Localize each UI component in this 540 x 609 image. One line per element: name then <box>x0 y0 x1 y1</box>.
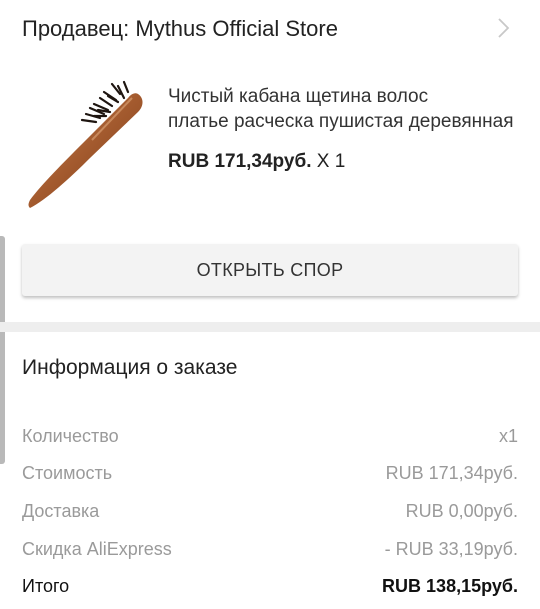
scroll-indicator[interactable] <box>0 236 5 464</box>
product-quantity: X 1 <box>311 151 346 172</box>
row-label: Доставка <box>22 500 100 521</box>
product-price: RUB 171,34руб. <box>168 151 312 172</box>
product-image <box>28 80 143 208</box>
chevron-right-icon <box>498 18 510 38</box>
row-value: RUB 0,00руб. <box>405 500 518 521</box>
order-info-title: Информация о заказе <box>22 356 238 379</box>
product-title: Чистый кабана щетина волос платье расчес… <box>168 84 520 134</box>
seller-name: Продавец: Mythus Official Store <box>22 16 338 41</box>
product-title-line-2: платье расческа пушистая деревянная <box>168 111 514 132</box>
order-row-total: Итого RUB 138,15руб. <box>22 573 518 599</box>
seller-row[interactable]: Продавец: Mythus Official Store <box>0 0 540 58</box>
product-price-line: RUB 171,34руб. X 1 <box>168 151 345 173</box>
product-title-line-1: Чистый кабана щетина волос <box>168 86 429 107</box>
section-divider <box>0 322 540 332</box>
row-label: Количество <box>22 425 119 446</box>
order-row-quantity: Количество x1 <box>22 423 518 449</box>
order-row-discount: Скидка AliExpress - RUB 33,19руб. <box>22 536 518 562</box>
row-value: x1 <box>498 425 518 446</box>
order-row-shipping: Доставка RUB 0,00руб. <box>22 498 518 524</box>
row-value: RUB 171,34руб. <box>385 462 518 483</box>
row-label: Скидка AliExpress <box>22 538 172 559</box>
order-row-cost: Стоимость RUB 171,34руб. <box>22 460 518 486</box>
row-label: Стоимость <box>22 462 113 483</box>
row-value: - RUB 33,19руб. <box>384 538 518 559</box>
product-item[interactable]: Чистый кабана щетина волос платье расчес… <box>0 62 540 222</box>
row-value: RUB 138,15руб. <box>382 575 518 596</box>
open-dispute-button[interactable]: ОТКРЫТЬ СПОР <box>22 244 518 296</box>
row-label: Итого <box>22 575 70 596</box>
